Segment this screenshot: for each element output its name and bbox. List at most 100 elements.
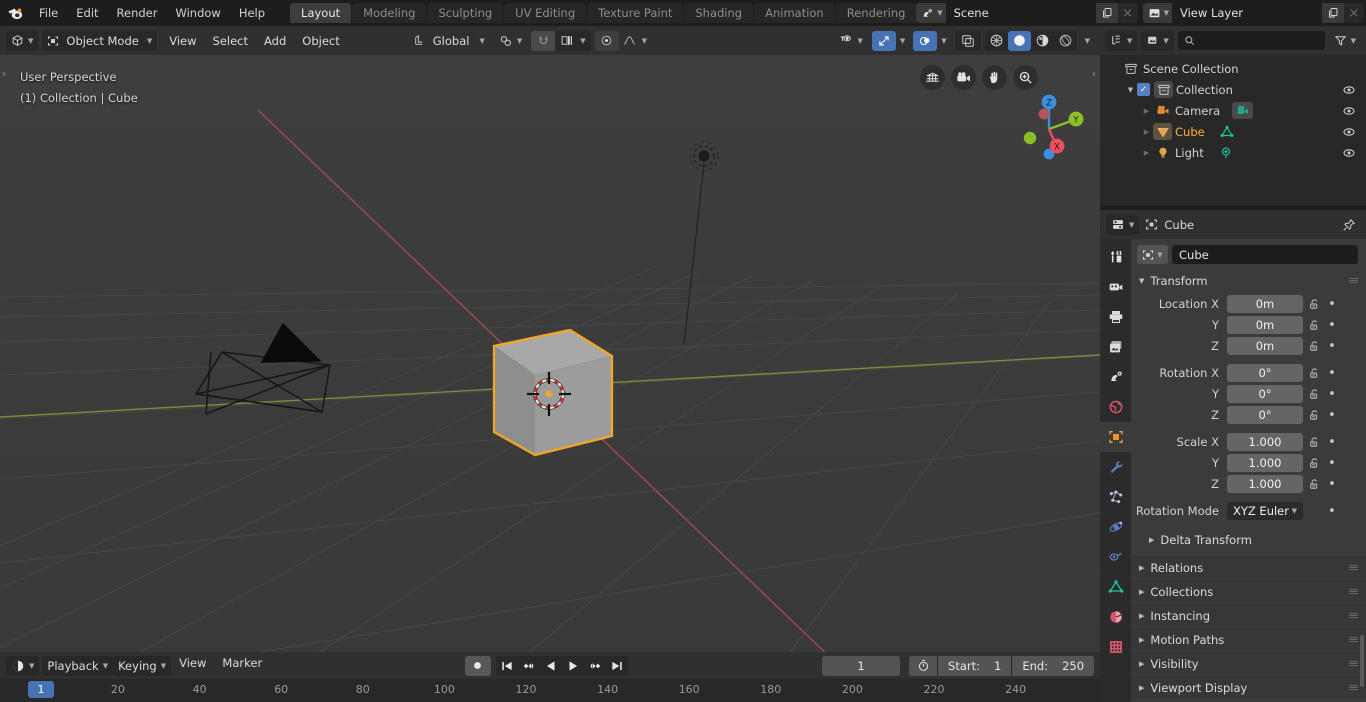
properties-tab-render[interactable]: [1100, 272, 1131, 302]
properties-editor-icon[interactable]: ▼: [1106, 214, 1140, 235]
viewport-navigation-gizmo[interactable]: Z Y X: [1010, 90, 1088, 168]
pivot-point-selector[interactable]: ▼: [494, 31, 527, 51]
properties-panel-relations[interactable]: ▶ Relations: [1131, 556, 1366, 578]
snap-increment-icon[interactable]: [555, 31, 579, 51]
rotation-mode-dropdown[interactable]: XYZ Euler ▼: [1227, 502, 1303, 520]
properties-scrollbar[interactable]: [1360, 635, 1364, 687]
workspace-tab-sculpting[interactable]: Sculpting: [427, 3, 504, 23]
view-layer-name-field[interactable]: View Layer: [1172, 3, 1322, 23]
transform-field-value[interactable]: 0°: [1227, 385, 1303, 403]
disclosure-triangle-icon[interactable]: ▶: [1140, 128, 1153, 136]
outliner-row-light[interactable]: ▶ Light: [1100, 142, 1366, 163]
menu-item-help[interactable]: Help: [230, 3, 274, 23]
disclosure-triangle-icon[interactable]: ▶: [1140, 149, 1153, 157]
unlocked-icon[interactable]: [1303, 409, 1325, 422]
workspace-tab-uv-editing[interactable]: UV Editing: [504, 3, 587, 23]
transform-field-value[interactable]: 0m: [1227, 295, 1303, 313]
current-frame-field[interactable]: 1: [822, 655, 901, 676]
animate-dot[interactable]: •: [1325, 387, 1339, 402]
animate-dot[interactable]: •: [1325, 408, 1339, 423]
view-layer-unlink-close-icon[interactable]: ×: [1344, 3, 1364, 23]
timeline-ruler[interactable]: 1 20 40 60 80 100 120 140 160 180 200 220 240: [0, 679, 1100, 702]
outliner-row-scene-collection[interactable]: Scene Collection: [1100, 58, 1366, 79]
prev-keyframe-icon[interactable]: [518, 656, 540, 676]
workspace-tab-texture-paint[interactable]: Texture Paint: [587, 3, 684, 23]
pin-icon[interactable]: [1342, 218, 1360, 232]
smooth-falloff-icon[interactable]: [619, 31, 641, 51]
animate-dot[interactable]: •: [1325, 339, 1339, 354]
outliner-search-input[interactable]: [1177, 31, 1325, 50]
unlocked-icon[interactable]: [1303, 340, 1325, 353]
zoom-magnifier-icon[interactable]: [1013, 65, 1038, 90]
record-icon[interactable]: [464, 655, 491, 676]
timeline-menu-keying[interactable]: Keying ▼: [113, 655, 172, 676]
properties-panel-collections[interactable]: ▶ Collections: [1131, 580, 1366, 602]
properties-tab-scene-props[interactable]: [1100, 362, 1131, 392]
hand-pan-icon[interactable]: [982, 65, 1007, 90]
transform-field-value[interactable]: 1.000: [1227, 454, 1303, 472]
properties-tab-output-printer[interactable]: [1100, 302, 1131, 332]
properties-tab-tool[interactable]: [1100, 242, 1131, 272]
workspace-tab-layout[interactable]: Layout: [290, 3, 352, 23]
timeline-menu-marker[interactable]: Marker: [214, 656, 270, 676]
grid-view-icon[interactable]: [920, 65, 945, 90]
editor-type-3dview-icon[interactable]: ▼: [6, 30, 39, 51]
transform-orientation-selector[interactable]: Global ▼: [408, 31, 490, 51]
filter-id-icon[interactable]: ▼: [1141, 30, 1174, 51]
eye-icon[interactable]: [1342, 83, 1356, 100]
collection-checkbox[interactable]: ✓: [1137, 83, 1150, 96]
properties-tab-particles[interactable]: [1100, 482, 1131, 512]
frame-end-field[interactable]: End: 250: [1012, 655, 1095, 676]
object-props-icon[interactable]: ▼: [1137, 245, 1168, 264]
transform-field-value[interactable]: 0m: [1227, 337, 1303, 355]
properties-tab-constraints[interactable]: [1100, 542, 1131, 572]
play-reverse-icon[interactable]: [540, 656, 562, 676]
scene-new-copy-icon[interactable]: [1095, 3, 1118, 23]
unlocked-icon[interactable]: [1303, 388, 1325, 401]
disclosure-triangle-icon[interactable]: ▶: [1140, 107, 1153, 115]
timeline-playhead[interactable]: 1: [28, 681, 54, 698]
properties-tab-physics[interactable]: [1100, 512, 1131, 542]
blender-logo-icon[interactable]: [0, 5, 30, 22]
properties-tab-view-layer[interactable]: [1100, 332, 1131, 362]
next-keyframe-icon[interactable]: [584, 656, 606, 676]
play-icon[interactable]: [562, 656, 584, 676]
light-data-icon[interactable]: [1216, 144, 1237, 161]
transform-field-value[interactable]: 0°: [1227, 406, 1303, 424]
viewport-menu-select[interactable]: Select: [205, 34, 256, 48]
transform-field-value[interactable]: 1.000: [1227, 433, 1303, 451]
transform-panel-header[interactable]: ▼ Transform: [1131, 270, 1366, 292]
scene-datablock[interactable]: ▼ Scene ×: [916, 3, 1138, 23]
proportional-edit-icon[interactable]: [594, 30, 619, 51]
menu-item-edit[interactable]: Edit: [67, 3, 107, 23]
frame-start-field[interactable]: Start: 1: [938, 655, 1012, 676]
viewport-sidebar-collapse-icon[interactable]: ‹: [1092, 69, 1096, 80]
disclosure-triangle-icon[interactable]: ▼: [1124, 86, 1137, 94]
eye-icon[interactable]: [1342, 104, 1356, 121]
xray-icon[interactable]: [954, 30, 981, 51]
properties-tab-modifier-wrench[interactable]: [1100, 452, 1131, 482]
timeline-editor-icon[interactable]: ▼: [6, 655, 40, 676]
scene-unlink-close-icon[interactable]: ×: [1118, 3, 1138, 23]
shading-solid-icon[interactable]: [1007, 30, 1031, 51]
shading-material-icon[interactable]: [1031, 31, 1054, 51]
properties-tab-material[interactable]: [1100, 602, 1131, 632]
unlocked-icon[interactable]: [1303, 367, 1325, 380]
overlays-icon[interactable]: [913, 30, 938, 51]
view-layer-new-copy-icon[interactable]: [1322, 3, 1344, 23]
animate-dot[interactable]: •: [1325, 456, 1339, 471]
view-layer-icon[interactable]: ▼: [1142, 3, 1172, 23]
properties-tab-texture[interactable]: [1100, 632, 1131, 662]
eye-icon[interactable]: [1342, 146, 1356, 163]
properties-panel-visibility[interactable]: ▶ Visibility: [1131, 652, 1366, 674]
unlocked-icon[interactable]: [1303, 319, 1325, 332]
outliner-row-cube[interactable]: ▶ Cube: [1100, 121, 1366, 142]
object-name-input[interactable]: Cube: [1172, 245, 1358, 264]
magnet-icon[interactable]: [531, 30, 556, 51]
unlocked-icon[interactable]: [1303, 478, 1325, 491]
transform-field-value[interactable]: 1.000: [1227, 475, 1303, 493]
properties-tab-world[interactable]: [1100, 392, 1131, 422]
show-gizmo-visibility-selector[interactable]: ▼: [833, 31, 867, 51]
timeline-menu-playback[interactable]: Playback ▼: [42, 655, 114, 676]
outliner-display-icon[interactable]: ▼: [1105, 30, 1138, 51]
